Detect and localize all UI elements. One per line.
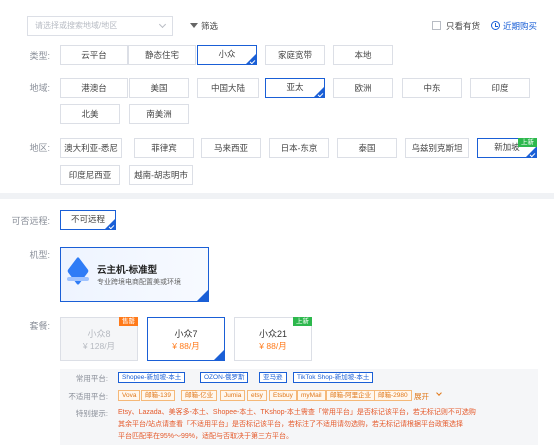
unsuitable-platform-tag: 邮箱-2980 [374, 390, 412, 401]
expand-link[interactable]: 展开 [414, 391, 429, 402]
check-icon [108, 223, 115, 229]
area-option[interactable]: 日本-东京 [269, 138, 329, 158]
unsuitable-platform-tag: 邮箱-阿里企业 [326, 390, 376, 401]
chevron-down-icon[interactable] [436, 390, 442, 396]
plan-name: 小众8 [87, 329, 111, 339]
unsuitable-platform-tag: 邮箱-139 [141, 390, 176, 401]
plan-card-selected[interactable]: 小众7 ¥ 88/月 [147, 317, 225, 361]
cloud-server-icon-base [67, 277, 89, 281]
machine-card-selected[interactable]: 云主机-标准型 专业跨境电商配置美或环境 [60, 247, 209, 302]
unsuitable-platform-tag: 邮箱-亿业 [181, 390, 218, 401]
type-label: 类型: [29, 51, 50, 61]
region-option[interactable]: 印度 [470, 78, 530, 98]
area-option-selected[interactable]: 新加坡 上新 [477, 138, 537, 158]
tip-line: 其余平台/站点请查看「不适用平台」是否标记该平台，若标注了不适用请勿选购，若无标… [118, 421, 463, 428]
region-label: 地域: [29, 83, 50, 93]
unsuitable-platform-tag: Vova [118, 390, 141, 401]
new-badge: 上新 [293, 317, 312, 326]
remote-option-label: 不可远程 [70, 214, 105, 224]
new-badge: 上新 [518, 138, 537, 147]
plan-name: 小众21 [258, 329, 287, 339]
type-option-label: 小众 [218, 49, 236, 59]
area-option-label: 新加坡 [494, 142, 520, 152]
soldout-badge: 售罄 [119, 317, 138, 326]
filter-panel: 请选择或搜索地域/地区 筛选 只看有货 近期购买 类型: 云平台 静态住宅 小众… [0, 0, 554, 193]
plan-price: ¥ 88/月 [172, 341, 200, 351]
special-tip-label: 特别提示: [75, 409, 108, 418]
area-option[interactable]: 印度尼西亚 [60, 165, 120, 185]
region-option-label: 亚太 [286, 82, 304, 92]
region-search-select[interactable]: 请选择或搜索地域/地区 [27, 16, 173, 36]
remote-option-selected[interactable]: 不可远程 [60, 210, 116, 230]
plan-price: ¥ 128/月 [82, 341, 116, 351]
area-option[interactable]: 澳大利亚-悉尼 [60, 138, 122, 158]
unsuitable-platform-tag: Jumia [220, 390, 246, 401]
region-option[interactable]: 港澳台 [60, 78, 128, 98]
region-option-selected[interactable]: 亚太 [265, 78, 325, 98]
area-label: 地区: [29, 143, 50, 153]
region-option[interactable]: 中国大陆 [197, 78, 259, 98]
common-platforms-label: 常用平台: [75, 374, 108, 383]
common-platform-tag: TikTok Shop-新加坡-本土 [293, 372, 374, 383]
machine-title: 云主机-标准型 [97, 265, 158, 276]
plan-card-soldout[interactable]: 售罄 小众8 ¥ 128/月 [60, 317, 138, 361]
region-option[interactable]: 美国 [129, 78, 189, 98]
region-option[interactable]: 中东 [402, 78, 462, 98]
machine-desc: 专业跨境电商配置美或环境 [97, 279, 181, 286]
area-option[interactable]: 越南-胡志明市 [129, 165, 193, 185]
filter-icon[interactable] [190, 23, 198, 28]
recent-purchase-link[interactable]: 近期购买 [503, 20, 537, 32]
region-option[interactable]: 南美洲 [129, 104, 189, 124]
unsuitable-platforms-label: 不适用平台: [68, 392, 108, 401]
check-icon [249, 58, 256, 64]
type-option[interactable]: 家庭宽带 [265, 45, 325, 65]
plan-card[interactable]: 上新 小众21 ¥ 88/月 [234, 317, 312, 361]
filter-label[interactable]: 筛选 [201, 20, 218, 32]
common-platform-tag: OZON-俄罗斯 [200, 372, 249, 383]
type-option[interactable]: 本地 [333, 45, 393, 65]
plan-price: ¥ 88/月 [259, 341, 287, 351]
remote-label: 可否远程: [11, 216, 50, 226]
config-panel: 可否远程: 不可远程 机型: 云主机-标准型 专业跨境电商配置美或环境 套餐: … [0, 199, 554, 447]
plan-label: 套餐: [29, 321, 50, 331]
clock-icon[interactable] [491, 21, 500, 30]
chevron-down-icon [158, 20, 167, 29]
common-platform-tag: Shopee-新加坡-本土 [118, 372, 186, 383]
type-option-selected[interactable]: 小众 [197, 45, 257, 65]
plan-name: 小众7 [174, 329, 198, 339]
platform-info-box: 常用平台: Shopee-新加坡-本土 OZON-俄罗斯 亚马逊 TikTok … [60, 369, 538, 445]
type-option[interactable]: 云平台 [60, 45, 128, 65]
type-option[interactable]: 静态住宅 [128, 45, 196, 65]
unsuitable-platform-tag: Etsbuy [269, 390, 297, 401]
region-option[interactable]: 欧洲 [333, 78, 393, 98]
instock-checkbox[interactable] [432, 21, 441, 30]
machine-label: 机型: [29, 250, 50, 260]
area-option[interactable]: 马来西亚 [201, 138, 261, 158]
check-icon [317, 91, 324, 97]
tip-line: 平台匹配率在95%～99%，适配与否取决于第三方平台。 [118, 433, 294, 440]
region-option[interactable]: 北美 [60, 104, 120, 124]
area-option[interactable]: 泰国 [337, 138, 397, 158]
area-option[interactable]: 菲律宾 [134, 138, 194, 158]
search-placeholder: 请选择或搜索地域/地区 [35, 21, 118, 30]
check-icon [529, 151, 536, 158]
cloud-server-icon [67, 256, 89, 286]
unsuitable-platform-tag: etsy [247, 390, 267, 401]
tip-line: Etsy、Lazada、美客多-本土、Shopee-本土、TKshop-本土需查… [118, 409, 476, 416]
area-option[interactable]: 乌兹别克斯坦 [405, 138, 469, 158]
unsuitable-platform-tag: myMail [297, 390, 326, 401]
instock-label[interactable]: 只看有货 [446, 20, 480, 32]
common-platform-tag: 亚马逊 [259, 372, 287, 383]
